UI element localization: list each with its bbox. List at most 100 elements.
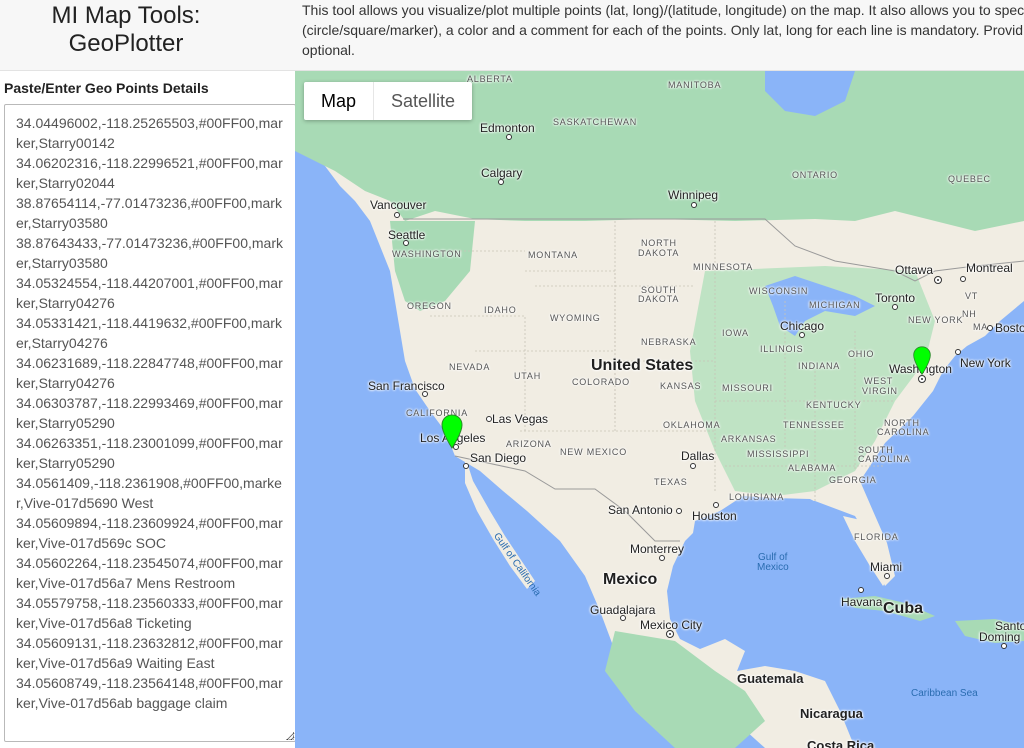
geo-point-line: ker,Starry05290: [16, 455, 115, 471]
label-south-carolina-2: CAROLINA: [858, 454, 911, 464]
tool-description: This tool allows you visualize/plot mult…: [302, 0, 1024, 60]
geo-point-line: 34.05324554,-118.44207001,#00FF00,mar: [16, 275, 283, 291]
geo-point-line: 34.05579758,-118.23560333,#00FF00,mar: [16, 595, 283, 611]
geo-point-line: 34.05608749,-118.23564148,#00FF00,mar: [16, 675, 283, 691]
geo-point-line: ker,Vive-017d569c SOC: [16, 535, 166, 551]
city-dot-san-diego: [463, 463, 469, 469]
geo-point-line: er,Starry03580: [16, 215, 108, 231]
map-type-control: Map Satellite: [304, 82, 473, 120]
label-oregon: OREGON: [407, 301, 452, 311]
label-tennessee: TENNESSEE: [783, 420, 845, 430]
city-dot-edmonton: [506, 134, 512, 140]
city-boston: Bosto: [995, 321, 1024, 335]
city-dot-boston: [987, 325, 993, 331]
geo-point-line: ker,Vive-017d56a7 Mens Restroom: [16, 575, 236, 591]
app-title-line-1: MI Map Tools:: [51, 2, 201, 29]
label-new-mexico: NEW MEXICO: [560, 447, 628, 457]
label-kansas: KANSAS: [660, 381, 702, 391]
geo-point-line: 34.06263351,-118.23001099,#00FF00,mar: [16, 435, 283, 451]
geo-point-line: 34.05602264,-118.23545074,#00FF00,mar: [16, 555, 283, 571]
label-manitoba: MANITOBA: [668, 80, 722, 90]
country-mexico: Mexico: [603, 571, 658, 588]
city-guatemala: Guatemala: [737, 671, 804, 686]
description-line-2: (circle/square/marker), a color and a co…: [302, 22, 1024, 38]
label-nh: NH: [962, 309, 977, 319]
label-oklahoma: OKLAHOMA: [663, 420, 721, 430]
geo-point-line: ker,Starry05290: [16, 415, 115, 431]
city-san-francisco: San Francisco: [368, 379, 445, 393]
textarea-resize-handle[interactable]: [286, 732, 294, 740]
geo-point-line: 34.05331421,-118.4419632,#00FF00,mark: [16, 315, 282, 331]
label-missouri: MISSOURI: [722, 383, 773, 393]
geo-point-line: ker,Starry04276: [16, 375, 115, 391]
geo-point-line: 34.05609894,-118.23609924,#00FF00,mar: [16, 515, 283, 531]
city-miami: Miami: [870, 560, 902, 574]
app-title: MI Map Tools: GeoPlotter: [0, 2, 252, 58]
city-dot-havana: [858, 587, 864, 593]
geo-point-line: 38.87643433,-77.01473236,#00FF00,mark: [16, 235, 283, 251]
label-wisconsin: WISCONSIN: [749, 286, 809, 296]
city-costa-rica: Costa Rica: [807, 738, 875, 748]
label-minnesota: MINNESOTA: [693, 262, 754, 272]
map-base: [295, 71, 1024, 748]
label-illinois: ILLINOIS: [760, 344, 804, 354]
label-indiana: INDIANA: [798, 361, 841, 371]
city-winnipeg: Winnipeg: [668, 188, 719, 202]
country-united-states: United States: [591, 357, 694, 374]
plotted-marker-washington[interactable]: [912, 346, 932, 376]
geo-point-line: 34.06231689,-118.22847748,#00FF00,mar: [16, 355, 283, 371]
geo-point-line: 38.87654114,-77.01473236,#00FF00,mark: [16, 195, 282, 211]
geo-point-line: ker,Starry04276: [16, 295, 115, 311]
geo-point-line: ker,Vive-017d56a8 Ticketing: [16, 615, 192, 631]
description-line-3: optional.: [302, 42, 355, 58]
city-ottawa: Ottawa: [895, 263, 934, 277]
map-view[interactable]: Map Satellite ALBERTA MANITOBA SASKATCHE…: [295, 71, 1024, 748]
city-san-diego: San Diego: [470, 451, 527, 465]
city-toronto: Toronto: [875, 291, 916, 305]
city-dot-chicago: [799, 332, 805, 338]
city-edmonton: Edmonton: [480, 121, 535, 135]
geo-point-line: 34.06303787,-118.22993469,#00FF00,mar: [16, 395, 283, 411]
map-type-map-button[interactable]: Map: [304, 82, 375, 120]
label-nebraska: NEBRASKA: [641, 337, 697, 347]
city-santo-2: Doming: [979, 630, 1021, 644]
city-vancouver: Vancouver: [370, 198, 427, 212]
city-dot-montreal: [960, 276, 966, 282]
geo-point-line: ker,Vive-017d56ab baggage claim: [16, 695, 228, 711]
map-type-satellite-button[interactable]: Satellite: [374, 82, 472, 120]
label-alabama: ALABAMA: [788, 463, 837, 473]
label-north-carolina-2: CAROLINA: [877, 427, 930, 437]
city-dot-las-vegas: [486, 416, 492, 422]
plotted-marker-los-angeles[interactable]: [440, 414, 464, 450]
geo-point-line: 34.04496002,-118.25265503,#00FF00,mar: [16, 115, 283, 131]
label-montana: MONTANA: [528, 250, 578, 260]
label-arizona: ARIZONA: [506, 439, 552, 449]
city-dot-vancouver: [394, 212, 400, 218]
geo-point-line: er,Starry03580: [16, 255, 108, 271]
city-nicaragua: Nicaragua: [800, 706, 863, 721]
geo-points-textarea[interactable]: 34.04496002,-118.25265503,#00FF00,mar ker…: [4, 104, 296, 742]
label-louisiana: LOUISIANA: [729, 492, 785, 502]
city-calgary: Calgary: [481, 166, 523, 180]
geo-point-line: 34.05609131,-118.23632812,#00FF00,mar: [16, 635, 283, 651]
capital-star-ottawa: [934, 276, 942, 284]
capital-star-washington: [918, 375, 926, 383]
label-west-1: WEST: [864, 376, 894, 386]
label-alberta: ALBERTA: [467, 74, 513, 84]
label-ontario: ONTARIO: [792, 170, 838, 180]
label-wyoming: WYOMING: [550, 313, 601, 323]
geo-point-line: ker,Starry02044: [16, 175, 115, 191]
city-dot-calgary: [498, 179, 504, 185]
city-new-york: New York: [960, 356, 1011, 370]
city-dot-san-antonio: [676, 508, 682, 514]
app-title-line-2: GeoPlotter: [68, 30, 184, 57]
label-ohio: OHIO: [848, 349, 875, 359]
city-dot-miami: [884, 573, 890, 579]
label-mississippi: MISSISSIPPI: [747, 449, 810, 459]
label-florida: FLORIDA: [854, 532, 899, 542]
geo-point-line: r,Vive-017d5690 West: [16, 495, 154, 511]
capital-star-mexico-city: [666, 630, 674, 638]
city-dot-monterrey: [659, 555, 665, 561]
label-saskatchewan: SASKATCHEWAN: [553, 117, 638, 127]
label-kentucky: KENTUCKY: [806, 400, 862, 410]
